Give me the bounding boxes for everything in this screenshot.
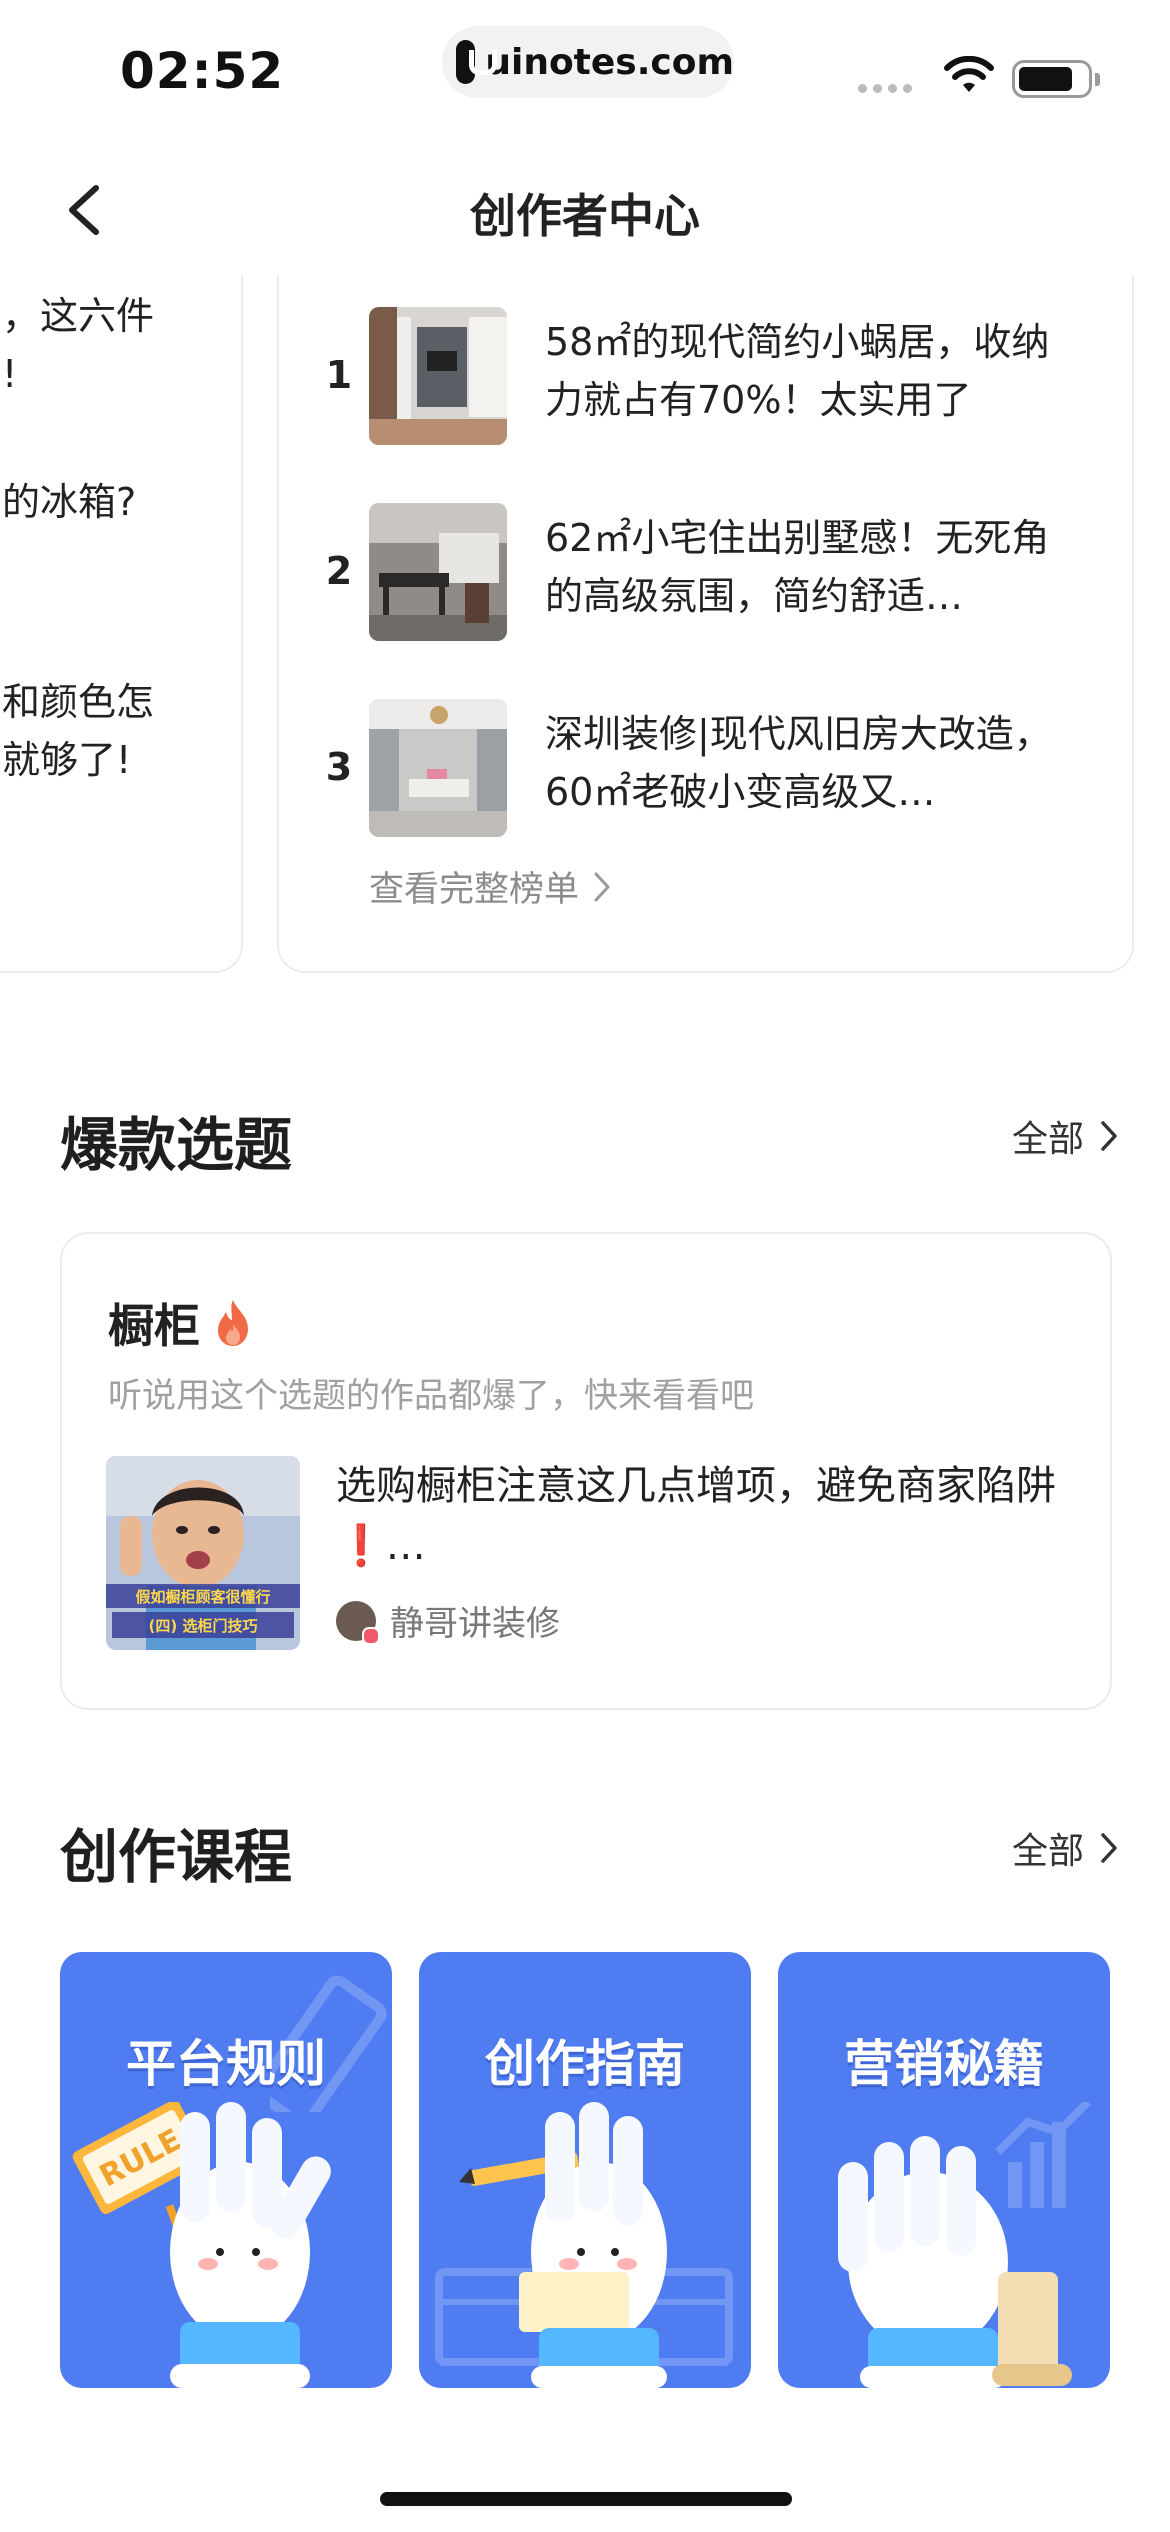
- ranking-card: 1 58㎡的现代简约小蜗居，收纳力就占有70%！太实用了 2 62㎡小宅住出别墅…: [277, 275, 1134, 973]
- course-label: 创作指南: [485, 2035, 685, 2093]
- ranking-item[interactable]: 3 深圳装修|现代风旧房大改造，60㎡老破小变高级又…: [279, 699, 1136, 839]
- battery-cap: [1095, 73, 1100, 86]
- section-title-courses: 创作课程: [60, 1823, 293, 1891]
- ranking-thumbnail: [369, 699, 507, 837]
- page-title: 创作者中心: [470, 189, 700, 243]
- all-label: 全部: [1011, 1831, 1084, 1872]
- ranking-title: 深圳装修|现代风旧房大改造，60㎡老破小变高级又…: [545, 712, 1052, 814]
- nav-bar: 创作者中心: [0, 150, 1170, 270]
- author-name: 静哥讲装修: [390, 1604, 560, 1644]
- thumb-caption-line2: (四) 选柜门技巧: [149, 1617, 258, 1635]
- see-full-ranking-link[interactable]: 查看完整榜单: [369, 861, 613, 912]
- courses-all-link[interactable]: 全部: [1012, 1822, 1120, 1874]
- prev-card-text: ，这六件: [2, 294, 155, 338]
- flame-icon: [218, 1300, 248, 1346]
- rank-number: 2: [325, 549, 353, 593]
- section-title-hot-topics: 爆款选题: [60, 1111, 293, 1179]
- ranking-card-previous[interactable]: ，这六件 ! 的冰箱? 和颜色怎 就够了!: [0, 275, 243, 973]
- topic-post-author[interactable]: 静哥讲装修: [336, 1596, 560, 1645]
- course-label: 营销秘籍: [844, 2035, 1044, 2093]
- prev-card-text: 的冰箱?: [2, 480, 137, 524]
- course-card-marketing-tips[interactable]: 营销秘籍: [778, 1952, 1110, 2388]
- see-full-label: 查看完整榜单: [369, 870, 580, 910]
- all-label: 全部: [1011, 1119, 1084, 1160]
- thumb-caption-line1: 假如橱柜顾客很懂行: [135, 1588, 270, 1606]
- chevron-right-icon: [1101, 1121, 1117, 1151]
- course-label: 平台规则: [126, 2035, 326, 2093]
- status-bar: 02:52 uinotes.com: [0, 0, 1170, 140]
- ranking-item[interactable]: 2 62㎡小宅住出别墅感！无死角的高级氛围，简约舒适…: [279, 503, 1136, 643]
- chevron-right-icon: [594, 872, 610, 901]
- rank-number: 3: [325, 745, 353, 789]
- rank-number: 1: [325, 353, 353, 397]
- chevron-right-icon: [1101, 1833, 1117, 1863]
- status-time: 02:52: [120, 42, 285, 100]
- glove-mascot-scroll-icon: [838, 2102, 1091, 2388]
- url-text: uinotes.com: [485, 41, 734, 83]
- topic-description: 听说用这个选题的作品都爆了，快来看看吧: [108, 1376, 754, 1416]
- ranking-carousel: ，这六件 ! 的冰箱? 和颜色怎 就够了! 1 58㎡的现代简约小蜗居，收纳力就…: [0, 275, 1170, 1000]
- battery-icon: [1012, 60, 1092, 98]
- glove-mascot-pencil-icon: [435, 2102, 733, 2388]
- author-avatar: [336, 1600, 380, 1645]
- cellular-signal-icon: [858, 84, 912, 93]
- course-card-platform-rules[interactable]: 平台规则 RULE: [60, 1952, 392, 2388]
- wifi-icon: [944, 56, 994, 92]
- glove-mascot-rule-sign-icon: RULE: [72, 2102, 331, 2388]
- prev-card-text: 就够了!: [2, 738, 132, 782]
- url-pill[interactable]: uinotes.com: [442, 26, 734, 98]
- ranking-title: 58㎡的现代简约小蜗居，收纳力就占有70%！太实用了: [545, 320, 1050, 422]
- hot-topic-card[interactable]: 橱柜 听说用这个选题的作品都爆了，快来看看吧 假如橱柜顾客很懂行 (四) 选柜门…: [60, 1232, 1112, 1710]
- topic-name: 橱柜: [108, 1290, 254, 1356]
- ranking-thumbnail: [369, 503, 507, 641]
- prev-card-text: !: [2, 352, 18, 396]
- course-card-creation-guide[interactable]: 创作指南: [419, 1952, 751, 2388]
- prev-card-text: 和颜色怎: [2, 680, 155, 724]
- site-logo-icon: [456, 40, 498, 84]
- hot-topics-all-link[interactable]: 全部: [1012, 1110, 1120, 1162]
- home-indicator[interactable]: [380, 2492, 792, 2506]
- topic-post-title: 选购橱柜注意这几点增项，避免商家陷阱❗…: [336, 1463, 1056, 1569]
- topic-post-thumbnail[interactable]: 假如橱柜顾客很懂行 (四) 选柜门技巧: [106, 1456, 300, 1650]
- ranking-thumbnail: [369, 307, 507, 445]
- topic-name-text: 橱柜: [108, 1299, 200, 1353]
- ranking-item[interactable]: 1 58㎡的现代简约小蜗居，收纳力就占有70%！太实用了: [279, 307, 1136, 447]
- ranking-title: 62㎡小宅住出别墅感！无死角的高级氛围，简约舒适…: [545, 516, 1050, 618]
